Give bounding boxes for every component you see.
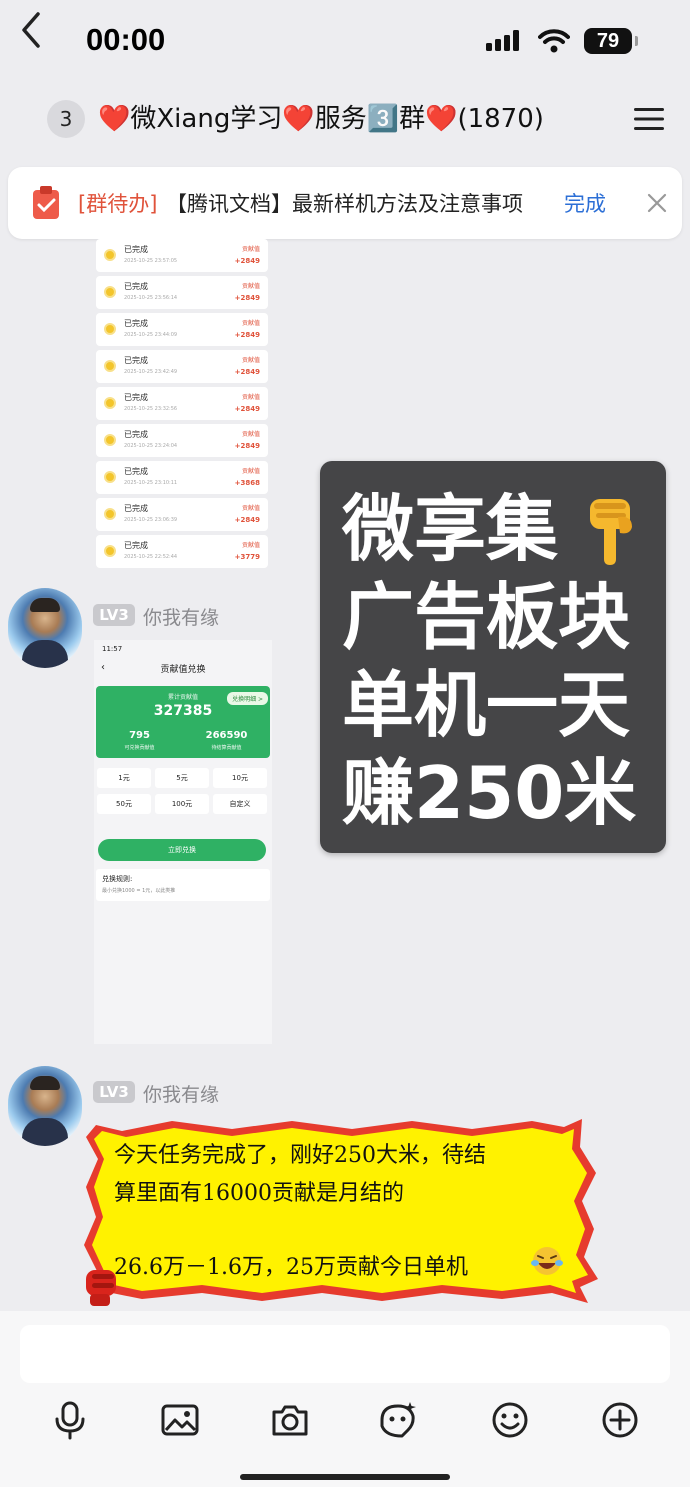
promo-card[interactable]: 微享集 广告板块 单机一天 赚250米 [320, 461, 666, 853]
todo-done-button[interactable]: 完成 [564, 188, 606, 218]
clipboard-icon [33, 186, 59, 219]
back-chevron-icon[interactable] [14, 10, 48, 50]
level-badge: LV3 [93, 604, 135, 626]
battery-indicator: 79 [584, 28, 638, 54]
unread-badge[interactable]: 3 [47, 100, 85, 138]
record-row: 已完成 2025-10-25 23:44:09 贡献值 +2849 [96, 313, 268, 346]
group-todo-bar[interactable]: [群待办] 【腾讯文档】最新样机方法及注意事项 完成 [8, 167, 682, 239]
status-bar: 00:00 79 [0, 0, 690, 90]
coin-icon [104, 471, 116, 483]
exchange-submit: 立即兑换 [98, 839, 266, 861]
pointing-down-hand-icon [590, 499, 632, 565]
rules-box: 兑换规则: 最小兑换1000 = 1元，以此类推 [96, 869, 270, 901]
balance-card: 累计贡献值 327385 兑换明细 > 795 可兑换贡献值 266590 待结… [96, 686, 270, 758]
coin-icon [104, 397, 116, 409]
todo-tag: [群待办] [78, 192, 158, 216]
avatar[interactable] [8, 1066, 82, 1146]
option-chip: 5元 [155, 768, 209, 788]
coin-icon [104, 545, 116, 557]
sender-name[interactable]: 你我有缘 [143, 603, 219, 630]
promo-line: 广告板块 [342, 575, 631, 659]
coin-icon [104, 508, 116, 520]
record-row: 已完成 2025-10-25 23:57:05 贡献值 +2849 [96, 239, 268, 272]
message-input[interactable] [20, 1325, 670, 1383]
plus-icon[interactable] [600, 1400, 640, 1440]
record-row: 已完成 2025-10-25 23:10:11 贡献值 +3868 [96, 461, 268, 494]
message-line: 算里面有16000贡献是月结的 [114, 1181, 404, 1206]
option-chip: 自定义 [213, 794, 267, 814]
detail-button: 兑换明细 > [227, 692, 268, 705]
exchange-screenshot[interactable]: 11:57 ‹ 贡献值兑换 累计贡献值 327385 兑换明细 > 795 可兑… [94, 640, 272, 1044]
signal-icon [486, 30, 519, 51]
record-row: 已完成 2025-10-25 22:52:44 贡献值 +3779 [96, 535, 268, 568]
record-row: 已完成 2025-10-25 23:42:49 贡献值 +2849 [96, 350, 268, 383]
home-indicator [240, 1474, 450, 1480]
promo-line: 微享集 [342, 487, 559, 571]
todo-text[interactable]: 【腾讯文档】最新样机方法及注意事项 [166, 188, 523, 218]
option-chip: 1元 [97, 768, 151, 788]
phone-time: 11:57 [102, 645, 123, 653]
wifi-icon [538, 29, 570, 53]
laughing-cry-emoji-icon [531, 1247, 563, 1275]
option-chip: 50元 [97, 794, 151, 814]
total-value: 327385 [153, 703, 213, 719]
coin-icon [104, 360, 116, 372]
camera-icon[interactable] [270, 1400, 310, 1440]
emoji-icon[interactable] [490, 1400, 530, 1440]
records-screenshot[interactable]: 已完成 2025-10-25 23:57:05 贡献值 +2849 已完成 2025-1… [94, 239, 270, 569]
sticker-icon[interactable] [378, 1400, 418, 1440]
option-chip: 100元 [155, 794, 209, 814]
avatar[interactable] [8, 588, 82, 668]
record-row: 已完成 2025-10-25 23:06:39 贡献值 +2849 [96, 498, 268, 531]
coin-icon [104, 323, 116, 335]
mic-icon[interactable] [50, 1400, 90, 1440]
level-badge: LV3 [93, 1081, 135, 1103]
record-row: 已完成 2025-10-25 23:56:14 贡献值 +2849 [96, 276, 268, 309]
exchange-title: 贡献值兑换 [160, 665, 206, 675]
promo-line: 赚250米 [342, 751, 637, 835]
image-icon[interactable] [160, 1400, 200, 1440]
coin-icon [104, 434, 116, 446]
message-line: 今天任务完成了，刚好250大米，待结 [114, 1143, 486, 1168]
promo-line: 单机一天 [342, 663, 631, 747]
close-icon[interactable] [644, 190, 670, 216]
sender-name[interactable]: 你我有缘 [143, 1080, 219, 1107]
record-row: 已完成 2025-10-25 23:24:04 贡献值 +2849 [96, 424, 268, 457]
red-fist-icon [86, 1270, 116, 1306]
status-time: 00:00 [86, 22, 166, 57]
option-chip: 10元 [213, 768, 267, 788]
coin-icon [104, 286, 116, 298]
message-bubble[interactable]: 今天任务完成了，刚好250大米，待结 算里面有16000贡献是月结的 26.6万… [82, 1117, 602, 1305]
message-line: 26.6万－1.6万，25万贡献今日单机 [114, 1255, 468, 1280]
group-title: ❤️微Xiang学习❤️服务3️⃣群❤️(1870) [98, 104, 544, 134]
record-row: 已完成 2025-10-25 23:32:56 贡献值 +2849 [96, 387, 268, 420]
coin-icon [104, 249, 116, 261]
menu-icon[interactable] [634, 106, 664, 132]
